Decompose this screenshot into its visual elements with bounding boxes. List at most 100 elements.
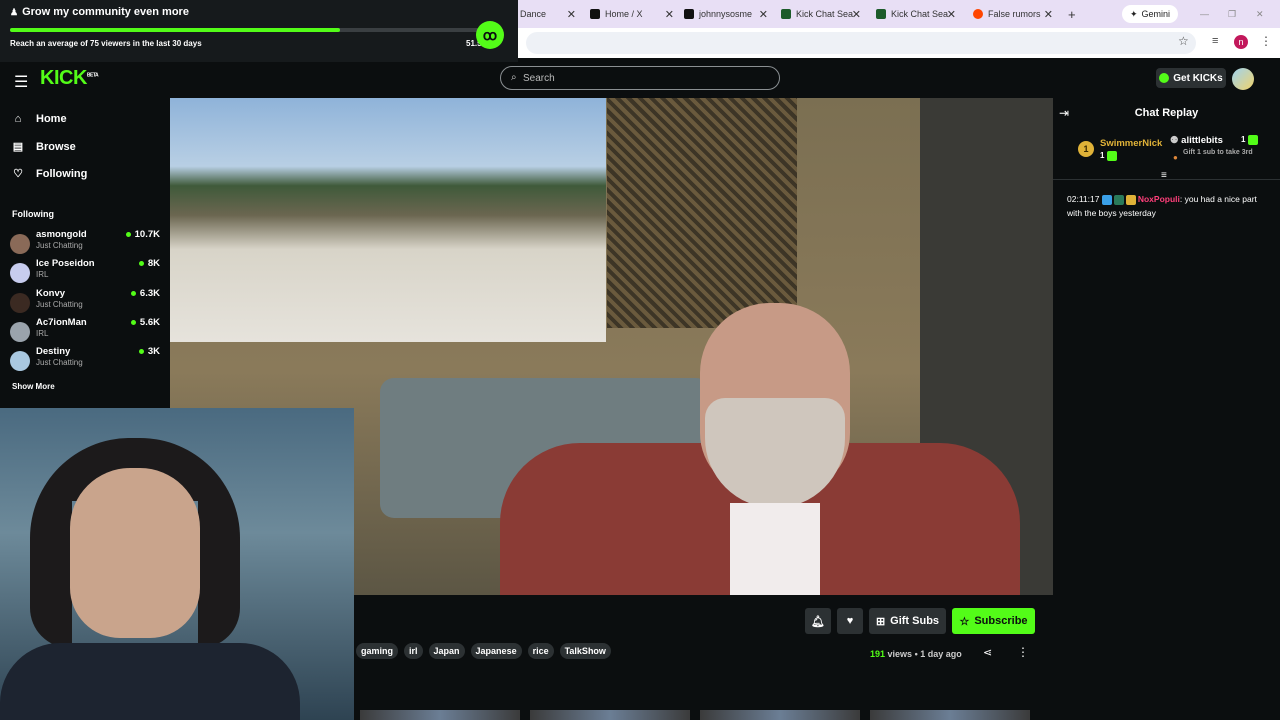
- nav-following[interactable]: ♡ Following: [12, 167, 88, 181]
- search-box[interactable]: ⌕: [500, 66, 780, 90]
- tag[interactable]: TalkShow: [559, 643, 611, 659]
- channel-name: Ice Poseidon: [36, 258, 95, 269]
- close-icon[interactable]: ✕: [567, 8, 576, 21]
- vod-thumbnail[interactable]: [700, 710, 860, 720]
- verified-badge-icon: [1113, 194, 1124, 205]
- tab-label: Kick Chat Sea: [891, 9, 949, 19]
- sub-gift-icon: [1106, 151, 1117, 161]
- video-snowy-field: [170, 98, 606, 342]
- tag[interactable]: gaming: [356, 643, 399, 659]
- channel-avatar: [10, 234, 30, 254]
- gift-subs-button[interactable]: ⊞ Gift Subs: [869, 608, 946, 634]
- gift-count: 1: [1241, 135, 1246, 145]
- chat-panel: Chat Replay ⇥ 1 SwimmerNick 1 ⚉ alittleb…: [1053, 98, 1280, 720]
- gift-icon: ⊞: [875, 615, 886, 628]
- tag[interactable]: irl: [404, 643, 423, 659]
- tab-label: Home / X: [605, 9, 643, 19]
- channel-category: Just Chatting: [36, 300, 83, 309]
- tab-search-icon[interactable]: ≡: [1212, 35, 1218, 47]
- nav-home[interactable]: ⌂ Home: [12, 113, 67, 125]
- more-options-icon[interactable]: ⋮: [1017, 645, 1029, 659]
- goal-widget: ♟ Grow my community even more Reach an av…: [0, 0, 518, 62]
- search-input[interactable]: [523, 71, 763, 86]
- views-label: views: [887, 649, 913, 659]
- tab-label: Kick Chat Sea: [796, 9, 854, 19]
- channel-item[interactable]: asmongold Just Chatting 10.7K: [10, 229, 160, 255]
- video-person: [500, 303, 1020, 595]
- kick-logo[interactable]: KICKBETA: [40, 67, 99, 90]
- tag[interactable]: Japan: [428, 643, 465, 659]
- sub-badge-icon: [1101, 194, 1112, 205]
- show-more-link[interactable]: Show More: [12, 382, 55, 391]
- close-icon[interactable]: ✕: [759, 8, 768, 21]
- subscribe-button[interactable]: ☆ Subscribe: [952, 608, 1035, 634]
- message-username[interactable]: NoxPopuli: [1138, 194, 1180, 204]
- reddit-icon: [973, 9, 983, 19]
- channel-viewers: 6.3K: [131, 288, 160, 299]
- gifter-avatar-icon: ⚉: [1170, 135, 1179, 146]
- nav-browse[interactable]: ▤ Browse: [12, 140, 76, 154]
- channel-item[interactable]: Ice Poseidon IRL 8K: [10, 258, 160, 284]
- nav-label: Browse: [36, 140, 76, 153]
- kick-tab-icon: [781, 9, 791, 19]
- vod-thumbnail[interactable]: [870, 710, 1030, 720]
- close-icon[interactable]: ✕: [852, 8, 861, 21]
- nav-label: Following: [36, 167, 88, 180]
- channel-item[interactable]: Ac7ionMan IRL 5.6K: [10, 317, 160, 343]
- follow-button[interactable]: ♥: [837, 608, 863, 634]
- video-meta: 191 views • 1 day ago: [870, 649, 962, 659]
- sidebar: ⌂ Home ▤ Browse ♡ Following Following as…: [0, 98, 170, 408]
- browser-tab[interactable]: Kick Chat Sea ✕: [876, 4, 956, 24]
- profile-avatar[interactable]: n: [1234, 35, 1248, 49]
- get-kicks-button[interactable]: Get KICKs: [1156, 68, 1226, 88]
- vod-thumbnail[interactable]: [530, 710, 690, 720]
- second-gifter[interactable]: ⚉ alittlebits: [1170, 135, 1223, 146]
- gift-subs-label: Gift Subs: [890, 615, 940, 627]
- coin-icon: ●: [1173, 153, 1178, 162]
- kicks-coin-icon: [1159, 73, 1170, 83]
- notification-bell-button[interactable]: 🔔︎: [805, 608, 831, 634]
- close-icon[interactable]: ✕: [665, 8, 674, 21]
- webcam-overlay: [0, 408, 354, 720]
- url-field[interactable]: [526, 32, 1196, 54]
- vod-thumbnail[interactable]: [360, 710, 520, 720]
- gemini-button[interactable]: ✦ Gemini: [1122, 5, 1178, 23]
- goal-progress-fill: [10, 28, 340, 32]
- x-logo-icon: [590, 9, 600, 19]
- browser-tab[interactable]: johnnysosme ✕: [684, 4, 768, 24]
- x-logo-icon: [684, 9, 694, 19]
- browser-menu-icon[interactable]: ⋮: [1260, 34, 1272, 48]
- tag[interactable]: rice: [527, 643, 554, 659]
- tab-label: False rumors: [988, 9, 1041, 19]
- close-icon[interactable]: ✕: [947, 8, 956, 21]
- second-gifter-name: alittlebits: [1181, 135, 1223, 146]
- gifter-rank-badge: 1: [1078, 141, 1094, 157]
- menu-icon[interactable]: ☰: [14, 72, 28, 92]
- chat-message: 02:11:17 NoxPopuli: you had a nice part …: [1067, 192, 1267, 220]
- heart-icon: ♥: [846, 615, 854, 627]
- share-icon[interactable]: ⋖: [983, 646, 992, 659]
- new-tab-button[interactable]: +: [1068, 4, 1080, 24]
- browser-tab[interactable]: False rumors ✕: [973, 4, 1053, 24]
- channel-name: Destiny: [36, 346, 71, 357]
- channel-item[interactable]: Konvy Just Chatting 6.3K: [10, 288, 160, 314]
- gemini-icon: ✦: [1129, 8, 1138, 19]
- top-gifter-count: 1: [1100, 151, 1119, 161]
- top-gifter-name[interactable]: SwimmerNick: [1100, 138, 1162, 149]
- bookmark-star-icon[interactable]: ☆: [1178, 34, 1189, 48]
- window-close-icon[interactable]: ✕: [1256, 4, 1268, 24]
- maximize-icon[interactable]: ❐: [1228, 4, 1240, 24]
- collapse-chat-icon[interactable]: ⇥: [1059, 106, 1069, 120]
- close-icon[interactable]: ✕: [1044, 8, 1053, 21]
- channel-name: Konvy: [36, 288, 66, 299]
- browser-tab[interactable]: Kick Chat Sea ✕: [781, 4, 861, 24]
- following-heading: Following: [12, 209, 54, 219]
- goal-progress-bar: [10, 28, 488, 32]
- tag[interactable]: Japanese: [470, 643, 522, 659]
- channel-viewers: 8K: [139, 258, 160, 269]
- browser-tab[interactable]: Dance ✕: [520, 4, 576, 24]
- channel-item[interactable]: Destiny Just Chatting 3K: [10, 346, 160, 372]
- user-avatar[interactable]: [1232, 68, 1254, 90]
- minimize-icon[interactable]: —: [1200, 4, 1212, 24]
- browser-tab[interactable]: Home / X ✕: [590, 4, 674, 24]
